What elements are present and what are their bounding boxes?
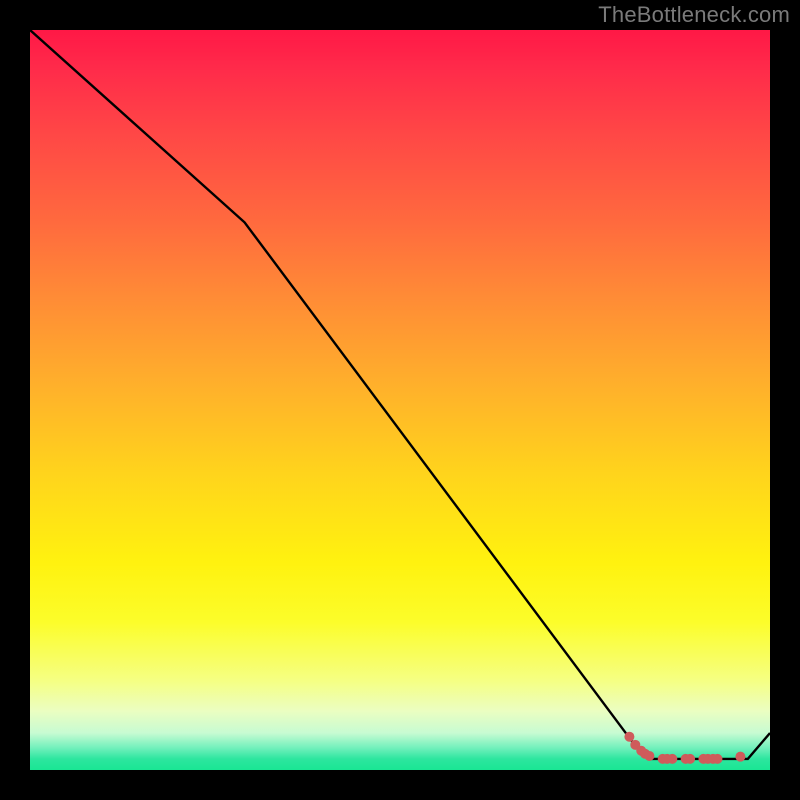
data-point [685, 754, 695, 764]
curve-line [30, 30, 770, 759]
data-point [667, 754, 677, 764]
data-point [712, 754, 722, 764]
data-point [624, 732, 634, 742]
watermark-text: TheBottleneck.com [598, 2, 790, 28]
chart-container: TheBottleneck.com [0, 0, 800, 800]
chart-svg [30, 30, 770, 770]
data-point [735, 752, 745, 762]
data-point [644, 751, 654, 761]
plot-area [30, 30, 770, 770]
